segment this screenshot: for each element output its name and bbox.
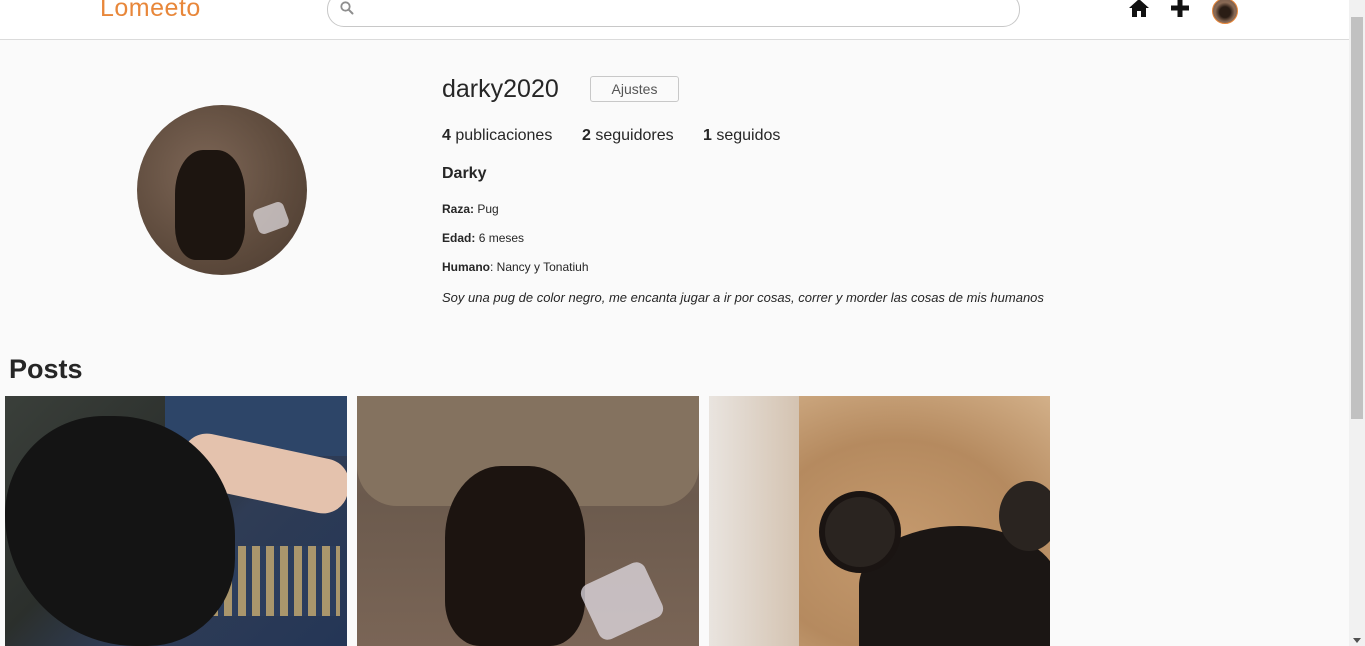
profile-username: darky2020 — [442, 75, 559, 103]
posts-count: 4 — [442, 127, 451, 144]
search-bar[interactable] — [327, 0, 1020, 27]
followers-count: 2 — [582, 127, 591, 144]
human-label: Humano — [442, 260, 490, 274]
breed-info: Raza: Pug — [442, 201, 499, 217]
search-input[interactable] — [364, 0, 1008, 23]
photo-shape — [709, 396, 799, 646]
stat-posts: 4 publicaciones — [442, 126, 552, 146]
age-value: 6 meses — [478, 231, 525, 245]
breed-value: Pug — [477, 202, 499, 216]
followers-label: seguidores — [595, 127, 674, 144]
logo-text: Lomeeto — [100, 0, 201, 22]
avatar-bag-shape — [251, 200, 291, 236]
following-count: 1 — [703, 127, 712, 144]
posts-heading: Posts — [9, 354, 83, 384]
logo[interactable]: Lomeeto — [100, 0, 201, 23]
breed-label: Raza: — [442, 202, 475, 216]
stat-following[interactable]: 1 seguidos — [703, 126, 780, 146]
age-label: Edad: — [442, 231, 476, 245]
post-thumbnail-1[interactable] — [5, 396, 347, 646]
post-thumbnail-3[interactable] — [709, 396, 1050, 646]
age-info: Edad: 6 meses — [442, 230, 524, 246]
scrollbar[interactable] — [1349, 0, 1365, 646]
top-navbar: Lomeeto — [0, 0, 1349, 40]
photo-shape — [999, 481, 1050, 551]
stat-followers[interactable]: 2 seguidores — [582, 126, 674, 146]
photo-shape — [577, 559, 667, 643]
profile-bio: Soy una pug de color negro, me encanta j… — [442, 290, 1044, 305]
search-icon — [340, 1, 354, 15]
display-name: Darky — [442, 165, 487, 182]
scroll-down-arrow-icon[interactable] — [1353, 638, 1361, 643]
scrollbar-thumb[interactable] — [1351, 17, 1363, 419]
avatar-dog-shape — [175, 150, 245, 260]
home-icon[interactable] — [1128, 0, 1150, 18]
posts-label: publicaciones — [455, 127, 553, 144]
post-thumbnail-2[interactable] — [357, 396, 699, 646]
settings-button[interactable]: Ajustes — [590, 76, 679, 102]
user-avatar[interactable] — [1212, 0, 1238, 24]
photo-shape — [445, 466, 585, 646]
human-info: Humano: Nancy y Tonatiuh — [442, 259, 589, 275]
profile-avatar — [137, 105, 307, 275]
human-value: : Nancy y Tonatiuh — [490, 260, 589, 274]
following-label: seguidos — [716, 127, 781, 144]
plus-icon[interactable] — [1170, 0, 1190, 18]
photo-shape — [819, 491, 901, 573]
